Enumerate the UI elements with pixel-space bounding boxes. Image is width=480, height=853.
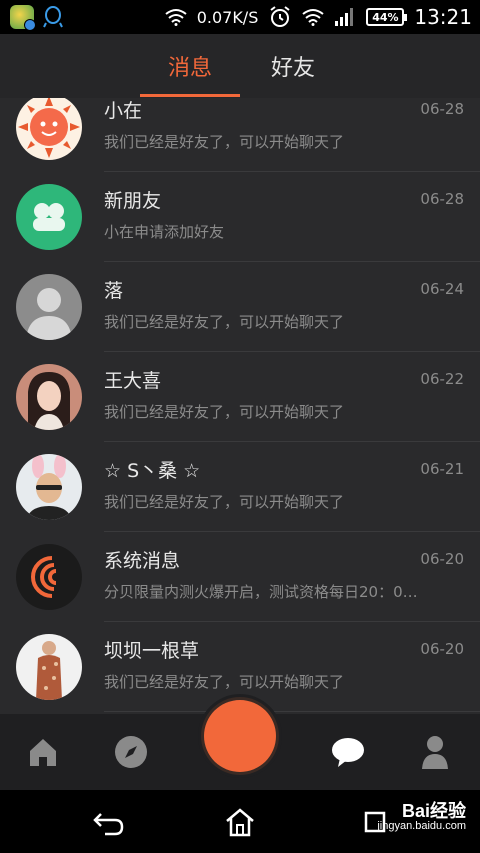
home-icon[interactable]	[13, 714, 73, 790]
tab-header: 消息 好友	[0, 34, 480, 98]
clock: 13:21	[414, 5, 472, 29]
wifi-icon-2	[302, 9, 324, 26]
message-preview: 我们已经是好友了，可以开始聊天了	[104, 133, 345, 151]
wifi-icon	[165, 9, 187, 26]
watermark-url: jingyan.baidu.com	[377, 819, 466, 832]
contact-name: ☆ S丶桑 ☆	[104, 460, 201, 482]
contact-name: 小在	[104, 100, 143, 122]
message-date: 06-21	[420, 460, 464, 478]
photo-avatar	[16, 364, 82, 430]
conversation-row[interactable]: 王大喜 06-22 我们已经是好友了，可以开始聊天了	[0, 352, 480, 442]
conversation-row[interactable]: 落 06-24 我们已经是好友了，可以开始聊天了	[0, 262, 480, 352]
system-nav-bar: Bai经验 jingyan.baidu.com	[0, 790, 480, 853]
watermark-main: Bai经验	[401, 801, 466, 821]
message-list[interactable]: 小在 06-28 我们已经是好友了，可以开始聊天了 新朋友 06-28 小在申请…	[0, 98, 480, 714]
contact-name: 王大喜	[104, 370, 162, 392]
tab-messages[interactable]: 消息	[140, 34, 240, 98]
app-notification-icon	[10, 5, 36, 31]
message-date: 06-20	[420, 640, 464, 658]
sun-avatar	[16, 98, 82, 160]
contact-name: 坝坝一根草	[104, 640, 200, 662]
battery-indicator: 44%	[366, 8, 408, 26]
message-preview: 小在申请添加好友	[104, 223, 225, 241]
message-date: 06-22	[420, 370, 464, 388]
back-icon[interactable]	[78, 800, 138, 844]
message-preview: 我们已经是好友了，可以开始聊天了	[104, 673, 345, 691]
network-speed: 0.07K/S	[196, 7, 259, 27]
contact-name: 落	[104, 280, 124, 302]
contact-name: 系统消息	[104, 550, 181, 572]
photo-avatar	[16, 634, 82, 700]
photo-avatar	[16, 454, 82, 520]
conversation-row[interactable]: 系统消息 06-20 分贝限量内测火爆开启，测试资格每日20：0…	[0, 532, 480, 622]
message-date: 06-20	[420, 550, 464, 568]
system-logo-icon	[16, 544, 82, 610]
message-date: 06-28	[420, 100, 464, 118]
conversation-row[interactable]: 小在 06-28 我们已经是好友了，可以开始聊天了	[0, 98, 480, 172]
conversation-row[interactable]: 新朋友 06-28 小在申请添加好友	[0, 172, 480, 262]
conversation-row[interactable]: ☆ S丶桑 ☆ 06-21 我们已经是好友了，可以开始聊天了	[0, 442, 480, 532]
contact-name: 新朋友	[104, 190, 162, 212]
message-preview: 我们已经是好友了，可以开始聊天了	[104, 403, 345, 421]
compass-icon[interactable]	[101, 714, 161, 790]
record-button[interactable]	[204, 700, 276, 772]
message-date: 06-24	[420, 280, 464, 298]
default-avatar	[16, 274, 82, 340]
profile-icon[interactable]	[405, 714, 465, 790]
bottom-navigation	[0, 694, 480, 790]
message-date: 06-28	[420, 190, 464, 208]
new-friend-icon	[16, 184, 82, 250]
home-nav-icon[interactable]	[210, 800, 270, 844]
baidu-jingyan-watermark: Bai经验 jingyan.baidu.com	[377, 802, 466, 832]
qq-icon	[43, 6, 63, 28]
message-preview: 分贝限量内测火爆开启，测试资格每日20：0…	[104, 583, 418, 601]
signal-icon	[335, 8, 354, 26]
message-preview: 我们已经是好友了，可以开始聊天了	[104, 313, 345, 331]
alarm-icon	[270, 6, 290, 27]
chat-icon[interactable]	[318, 714, 378, 790]
message-preview: 我们已经是好友了，可以开始聊天了	[104, 493, 345, 511]
battery-level: 44%	[372, 10, 399, 24]
status-bar: 0.07K/S 44% 13:21	[0, 0, 480, 34]
row-divider	[104, 711, 480, 712]
tab-friends[interactable]: 好友	[243, 34, 343, 98]
active-tab-indicator	[140, 94, 240, 97]
